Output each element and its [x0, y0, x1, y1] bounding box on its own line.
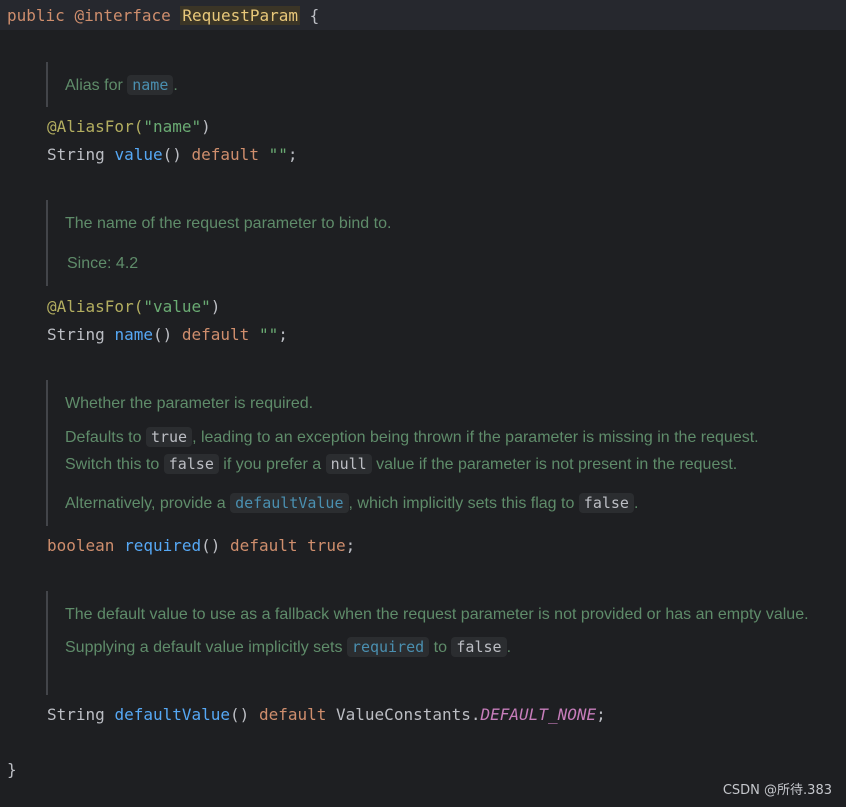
doc-text: , which implicitly sets this flag to: [348, 495, 579, 512]
parens: (): [230, 705, 250, 724]
keyword-default: default: [191, 145, 259, 164]
doc-text: Supplying a default value implicitly set…: [65, 639, 347, 656]
doc-text: .: [506, 639, 512, 656]
constant-default-none[interactable]: DEFAULT_NONE: [481, 705, 597, 724]
annotation-close: ): [210, 297, 221, 316]
doc-comment-value: Alias for name.: [46, 62, 178, 107]
doc-text: value if the parameter is not present in…: [371, 456, 738, 473]
doc-text: , leading to an exception being thrown i…: [192, 429, 759, 446]
code-chip-false: false: [163, 454, 219, 474]
doc-text: Alias for: [65, 77, 128, 94]
method-defaultvalue-decl: String defaultValue() default ValueConst…: [47, 705, 606, 725]
semicolon: ;: [596, 705, 606, 724]
annotation-aliasfor-name: @AliasFor("name"): [47, 117, 211, 137]
doc-link-required[interactable]: required: [346, 637, 430, 657]
semicolon: ;: [345, 536, 356, 555]
doc-text: .: [633, 495, 639, 512]
doc-comment-defaultvalue: The default value to use as a fallback w…: [46, 591, 826, 695]
interface-name[interactable]: RequestParam: [180, 6, 300, 25]
doc-text-tail: .: [173, 77, 178, 94]
code-chip-true: true: [145, 427, 193, 447]
parens: (): [201, 536, 221, 555]
doc-comment-required: Whether the parameter is required. Defau…: [46, 380, 836, 526]
doc-link-name[interactable]: name: [127, 75, 174, 95]
doc-text: The default value to use as a fallback w…: [65, 606, 809, 623]
annotation-close: ): [201, 117, 211, 136]
semicolon: ;: [278, 325, 288, 344]
parens: (): [162, 145, 182, 164]
method-name-decl: String name() default "";: [47, 325, 288, 345]
keyword-interface: @interface: [74, 6, 171, 25]
close-brace: }: [7, 760, 17, 779]
interface-header: public @interface RequestParam {: [7, 6, 319, 26]
watermark: CSDN @所待.383: [722, 783, 832, 798]
open-brace: {: [309, 6, 320, 25]
doc-comment-name: The name of the request parameter to bin…: [46, 200, 391, 286]
annotation-aliasfor-value: @AliasFor("value"): [47, 297, 220, 317]
code-chip-false: false: [451, 637, 507, 657]
annotation-arg: "value": [143, 297, 211, 316]
doc-text: if you prefer a: [218, 456, 326, 473]
semicolon: ;: [287, 145, 298, 164]
keyword-default: default: [181, 325, 250, 344]
doc-text: Defaults to: [65, 429, 146, 446]
doc-link-defaultvalue[interactable]: defaultValue: [230, 493, 349, 513]
type-string: String: [47, 145, 105, 164]
method-defaultvalue[interactable]: defaultValue: [114, 705, 230, 724]
method-value[interactable]: value: [114, 145, 162, 164]
keyword-public: public: [7, 6, 65, 25]
doc-text: to: [429, 639, 452, 656]
doc-text: Whether the parameter is required.: [65, 395, 314, 412]
type-string: String: [47, 325, 105, 344]
annotation: @AliasFor(: [47, 117, 144, 136]
doc-text: Switch this to: [65, 456, 164, 473]
code-chip-false: false: [578, 493, 634, 513]
method-required-decl: boolean required() default true;: [47, 536, 355, 556]
method-name[interactable]: name: [114, 325, 153, 344]
string-literal: "": [258, 325, 279, 344]
method-required[interactable]: required: [124, 536, 201, 555]
literal-true: true: [307, 536, 346, 555]
doc-since: Since: 4.2: [67, 255, 139, 272]
doc-text: Alternatively, provide a: [65, 495, 231, 512]
method-value-decl: String value() default "";: [47, 145, 298, 165]
code-chip-null: null: [325, 454, 372, 474]
annotation: @AliasFor(: [47, 297, 144, 316]
doc-text: The name of the request parameter to bin…: [65, 215, 392, 232]
class-valueconstants[interactable]: ValueConstants.: [336, 705, 481, 724]
annotation-arg: "name": [143, 117, 202, 136]
parens: (): [152, 325, 173, 344]
type-string: String: [47, 705, 105, 724]
keyword-default: default: [258, 705, 327, 724]
string-literal: "": [268, 145, 288, 164]
type-boolean: boolean: [47, 536, 115, 555]
keyword-default: default: [230, 536, 298, 555]
